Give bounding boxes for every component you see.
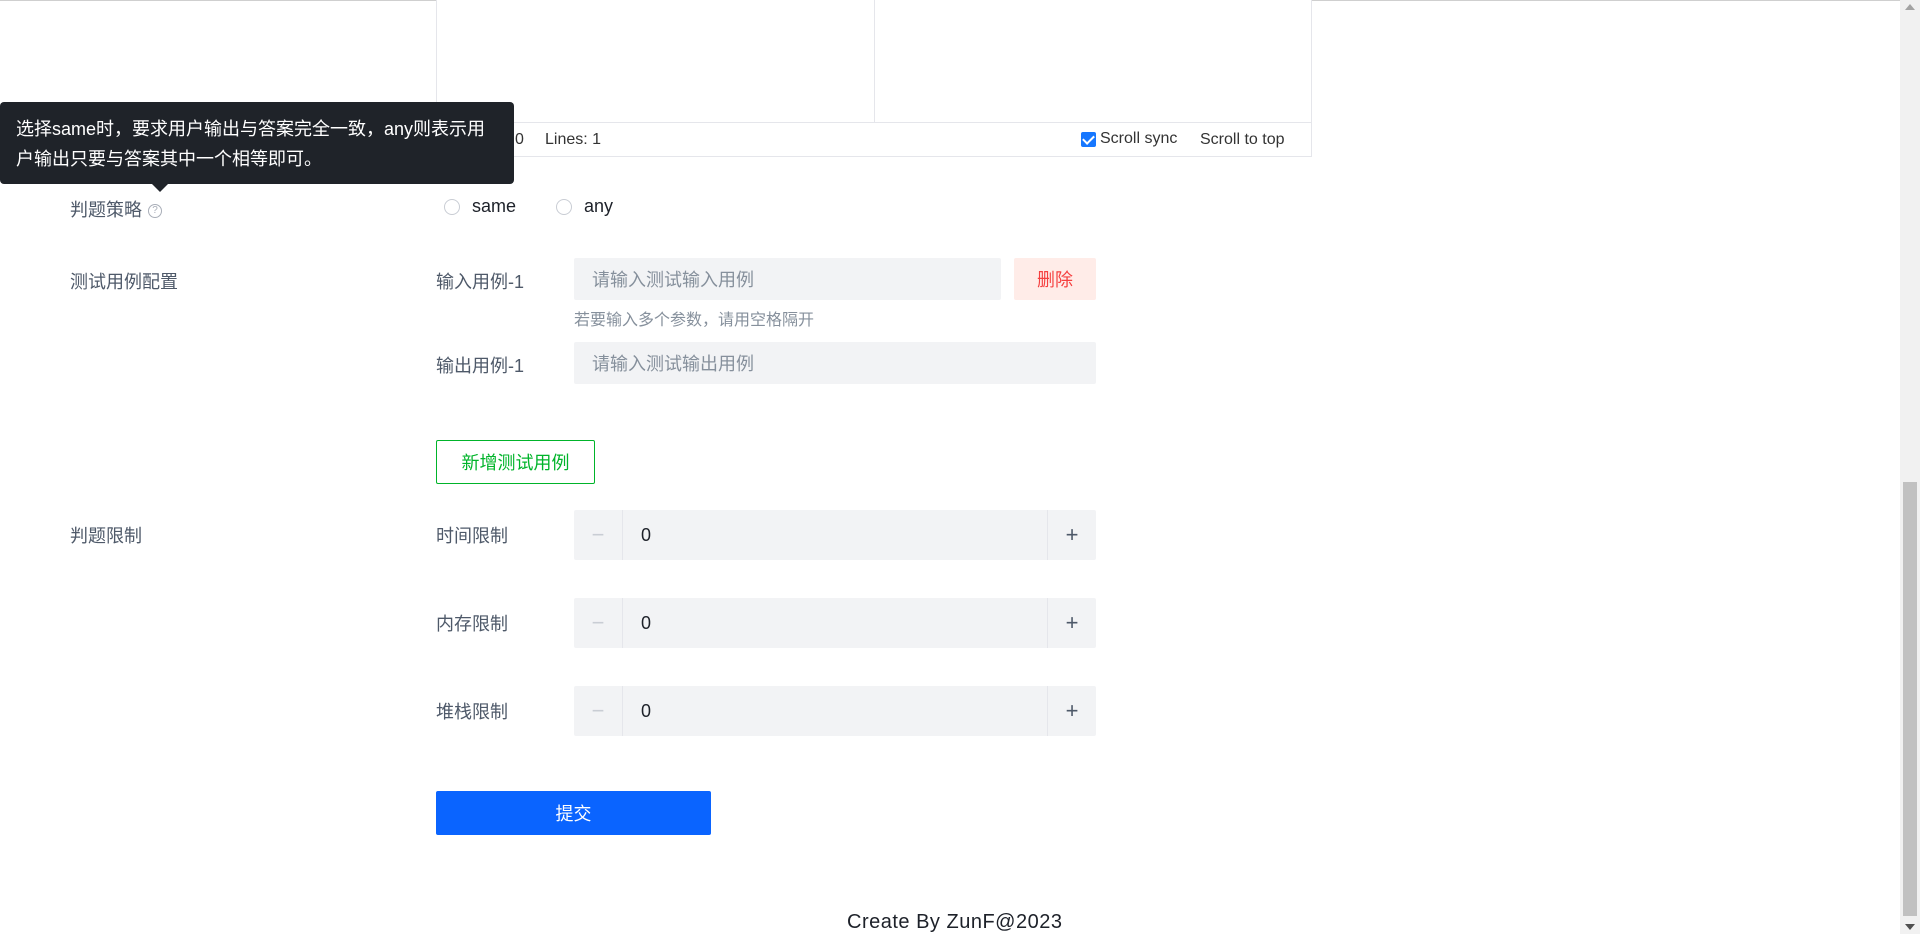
radio-any[interactable]: any [556,196,613,217]
radio-any-label: any [584,196,614,216]
input-hint: 若要输入多个参数，请用空格隔开 [574,312,815,329]
stack-limit-value[interactable]: 0 [623,686,1047,736]
time-limit-value[interactable]: 0 [623,510,1047,560]
radio-same-label: same [472,196,517,216]
footer-credit: Create By ZunF@2023 [847,911,1063,933]
editor-pane-divider [874,0,875,122]
editor-status-bar: 0 Lines: 1 Scroll sync Scroll to top [437,122,1311,156]
submit-button[interactable]: 提交 [436,791,711,835]
plus-icon[interactable]: + [1047,510,1096,560]
code-editor[interactable]: 0 Lines: 1 Scroll sync Scroll to top [436,0,1312,157]
editor-chars-count: 0 [515,131,524,148]
test-output-placeholder: 请输入测试输出用例 [592,354,754,374]
radio-circle-icon[interactable] [556,198,572,215]
test-case-config-label: 测试用例配置 [70,272,178,292]
scroll-sync-checkbox[interactable] [1081,131,1096,147]
output-case-label: 输出用例-1 [436,356,525,376]
stack-limit-label: 堆栈限制 [436,702,508,722]
editor-lines-count: Lines: 1 [545,131,602,148]
memory-limit-label: 内存限制 [436,614,508,634]
time-limit-stepper[interactable]: − 0 + [574,510,1096,560]
memory-limit-value[interactable]: 0 [623,598,1047,648]
test-output-field[interactable]: 请输入测试输出用例 [574,342,1096,384]
plus-icon[interactable]: + [1047,686,1096,736]
plus-icon[interactable]: + [1047,598,1096,648]
strategy-tooltip: 选择same时，要求用户输出与答案完全一致，any则表示用户输出只要与答案其中一… [0,102,514,192]
time-limit-label: 时间限制 [436,526,508,546]
radio-same[interactable]: same [444,196,516,217]
add-test-case-button[interactable]: 新增测试用例 [436,440,595,484]
radio-circle-icon[interactable] [444,198,460,215]
minus-icon[interactable]: − [574,598,623,648]
judge-strategy-label-text: 判题策略 [70,200,142,220]
judge-limits-label: 判题限制 [70,526,142,546]
test-input-field[interactable]: 请输入测试输入用例 [574,258,1001,300]
page-scrollbar[interactable] [1900,0,1920,934]
stack-limit-stepper[interactable]: − 0 + [574,686,1096,736]
scroll-up-arrow-icon[interactable] [1905,4,1915,10]
memory-limit-stepper[interactable]: − 0 + [574,598,1096,648]
question-circle-icon[interactable]: ? [148,204,162,219]
judge-strategy-label: 判题策略? [70,196,162,222]
test-input-placeholder: 请输入测试输入用例 [592,270,754,290]
minus-icon[interactable]: − [574,686,623,736]
scroll-down-arrow-icon[interactable] [1905,924,1915,930]
minus-icon[interactable]: − [574,510,623,560]
delete-case-button[interactable]: 删除 [1014,258,1096,300]
scrollbar-thumb[interactable] [1903,482,1917,916]
scroll-to-top-button[interactable]: Scroll to top [1200,131,1284,149]
scroll-sync-label: Scroll sync [1100,130,1178,147]
input-case-label: 输入用例-1 [436,272,525,292]
scroll-sync-toggle[interactable]: Scroll sync [1081,130,1177,148]
